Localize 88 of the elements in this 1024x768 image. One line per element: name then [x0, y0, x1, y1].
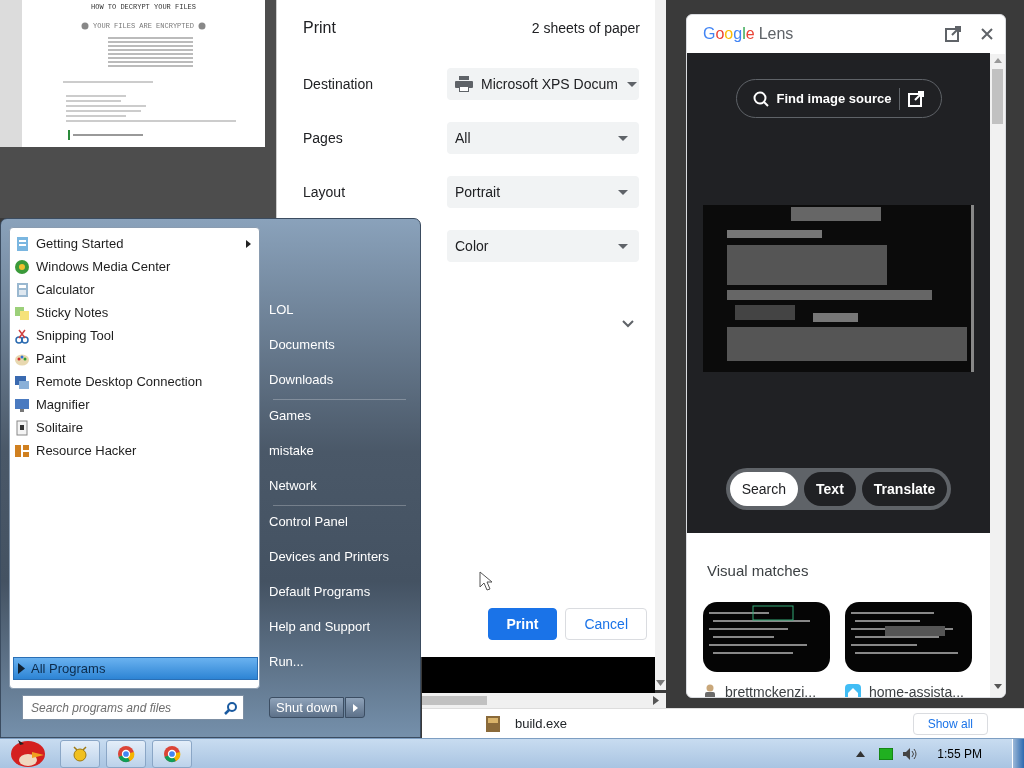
select-field[interactable]: Microsoft XPS Docum	[447, 68, 639, 100]
select-field[interactable]: Color	[447, 230, 639, 262]
place-link[interactable]: Documents	[269, 334, 335, 369]
sun-icon	[71, 744, 89, 763]
mode-tab[interactable]: Translate	[861, 472, 948, 506]
cancel-button[interactable]: Cancel	[565, 608, 647, 640]
chevron-down-icon[interactable]	[622, 320, 634, 328]
mode-tab[interactable]: Text	[804, 472, 856, 506]
person-icon	[703, 684, 717, 697]
open-external-icon[interactable]	[945, 26, 961, 42]
program-item[interactable]: Paint	[10, 347, 259, 370]
shutdown-button[interactable]: Shut down	[269, 697, 345, 718]
tray-arrow-icon[interactable]	[856, 750, 866, 757]
program-item[interactable]: Calculator	[10, 278, 259, 301]
scroll-down-icon[interactable]	[656, 680, 665, 686]
search-icon	[224, 701, 238, 715]
place-link[interactable]: Default Programs	[269, 581, 371, 616]
scroll-down-icon[interactable]	[993, 684, 1002, 689]
scroll-thumb[interactable]	[422, 696, 487, 705]
taskbar-button[interactable]	[60, 739, 100, 768]
caret-icon	[617, 188, 629, 196]
place-link[interactable]: Network	[269, 475, 317, 510]
place-link[interactable]: Help and Support	[269, 616, 371, 651]
place-link[interactable]: Devices and Printers	[269, 546, 389, 581]
program-item[interactable]: Snipping Tool	[10, 324, 259, 347]
place-link[interactable]: Games	[269, 405, 311, 440]
show-all-button[interactable]: Show all	[912, 712, 988, 735]
place-link[interactable]: LOL	[269, 299, 294, 334]
close-icon[interactable]	[981, 28, 993, 40]
mode-tab[interactable]: Search	[729, 472, 799, 506]
media-orb-icon	[14, 258, 30, 275]
panel-title: Lens	[758, 24, 794, 44]
program-item[interactable]: Solitaire	[10, 416, 259, 439]
notes-icon	[14, 304, 30, 321]
setting-label: Pages	[303, 128, 344, 148]
place-link[interactable]: mistake	[269, 440, 314, 475]
shutdown-options-button[interactable]	[345, 697, 366, 718]
place-link[interactable]: Downloads	[269, 369, 334, 404]
search-icon	[752, 90, 769, 107]
search-field[interactable]: Search programs and files	[22, 695, 244, 720]
program-item[interactable]: Magnifier	[10, 393, 259, 416]
caret-icon	[617, 134, 629, 142]
dialog-title: Print	[303, 18, 336, 38]
source-link[interactable]: brettmckenzi...	[725, 681, 817, 697]
program-item[interactable]: Getting Started	[10, 232, 259, 255]
select-field[interactable]: All	[447, 122, 639, 154]
network-icon[interactable]	[879, 747, 894, 760]
cursor-icon	[479, 571, 493, 591]
browser-icon	[117, 744, 135, 763]
printer-icon	[455, 76, 473, 92]
download-item[interactable]: build.exe	[515, 713, 568, 734]
section-title: Visual matches	[707, 561, 809, 581]
logo-icon	[14, 442, 30, 459]
scroll-thumb[interactable]	[992, 69, 1003, 124]
calculator-icon	[14, 281, 30, 298]
setting-label: Destination	[303, 74, 375, 94]
browser-icon	[163, 744, 181, 763]
program-item[interactable]: Windows Media Center	[10, 255, 259, 278]
card-icon	[14, 419, 30, 436]
program-item[interactable]: Remote Desktop Connection	[10, 370, 259, 393]
speaker-icon[interactable]	[902, 746, 919, 761]
monitor-icon	[14, 396, 30, 413]
taskbar-button[interactable]	[106, 739, 146, 768]
scissors-icon	[14, 327, 30, 344]
document-icon	[14, 235, 30, 252]
show-desktop-button[interactable]	[1012, 738, 1024, 768]
caret-icon	[617, 242, 629, 250]
print-button[interactable]: Print	[487, 608, 558, 640]
program-item[interactable]: Resource Hacker	[10, 439, 259, 462]
sheet-count: 2 sheets of paper	[531, 18, 640, 38]
setting-label: Layout	[303, 182, 347, 202]
google-logo: Google	[703, 24, 755, 44]
clock[interactable]: 1:55 PM	[937, 744, 982, 763]
all-programs-button[interactable]: All Programs	[13, 657, 258, 680]
caret-icon	[625, 80, 638, 88]
submenu-arrow-icon	[246, 239, 251, 248]
scroll-right-icon[interactable]	[653, 696, 659, 705]
program-item[interactable]: Sticky Notes	[10, 301, 259, 324]
taskbar-button[interactable]	[152, 739, 192, 768]
select-field[interactable]: Portrait	[447, 176, 639, 208]
arrow-right-icon	[18, 663, 25, 674]
place-link[interactable]: Run...	[269, 651, 304, 686]
arrow-right-icon	[352, 703, 358, 712]
source-link[interactable]: home-assista...	[869, 681, 964, 697]
open-external-icon[interactable]	[908, 90, 925, 107]
file-icon[interactable]	[485, 714, 501, 733]
place-link[interactable]: Control Panel	[269, 511, 348, 546]
monitor-icon	[14, 373, 30, 390]
